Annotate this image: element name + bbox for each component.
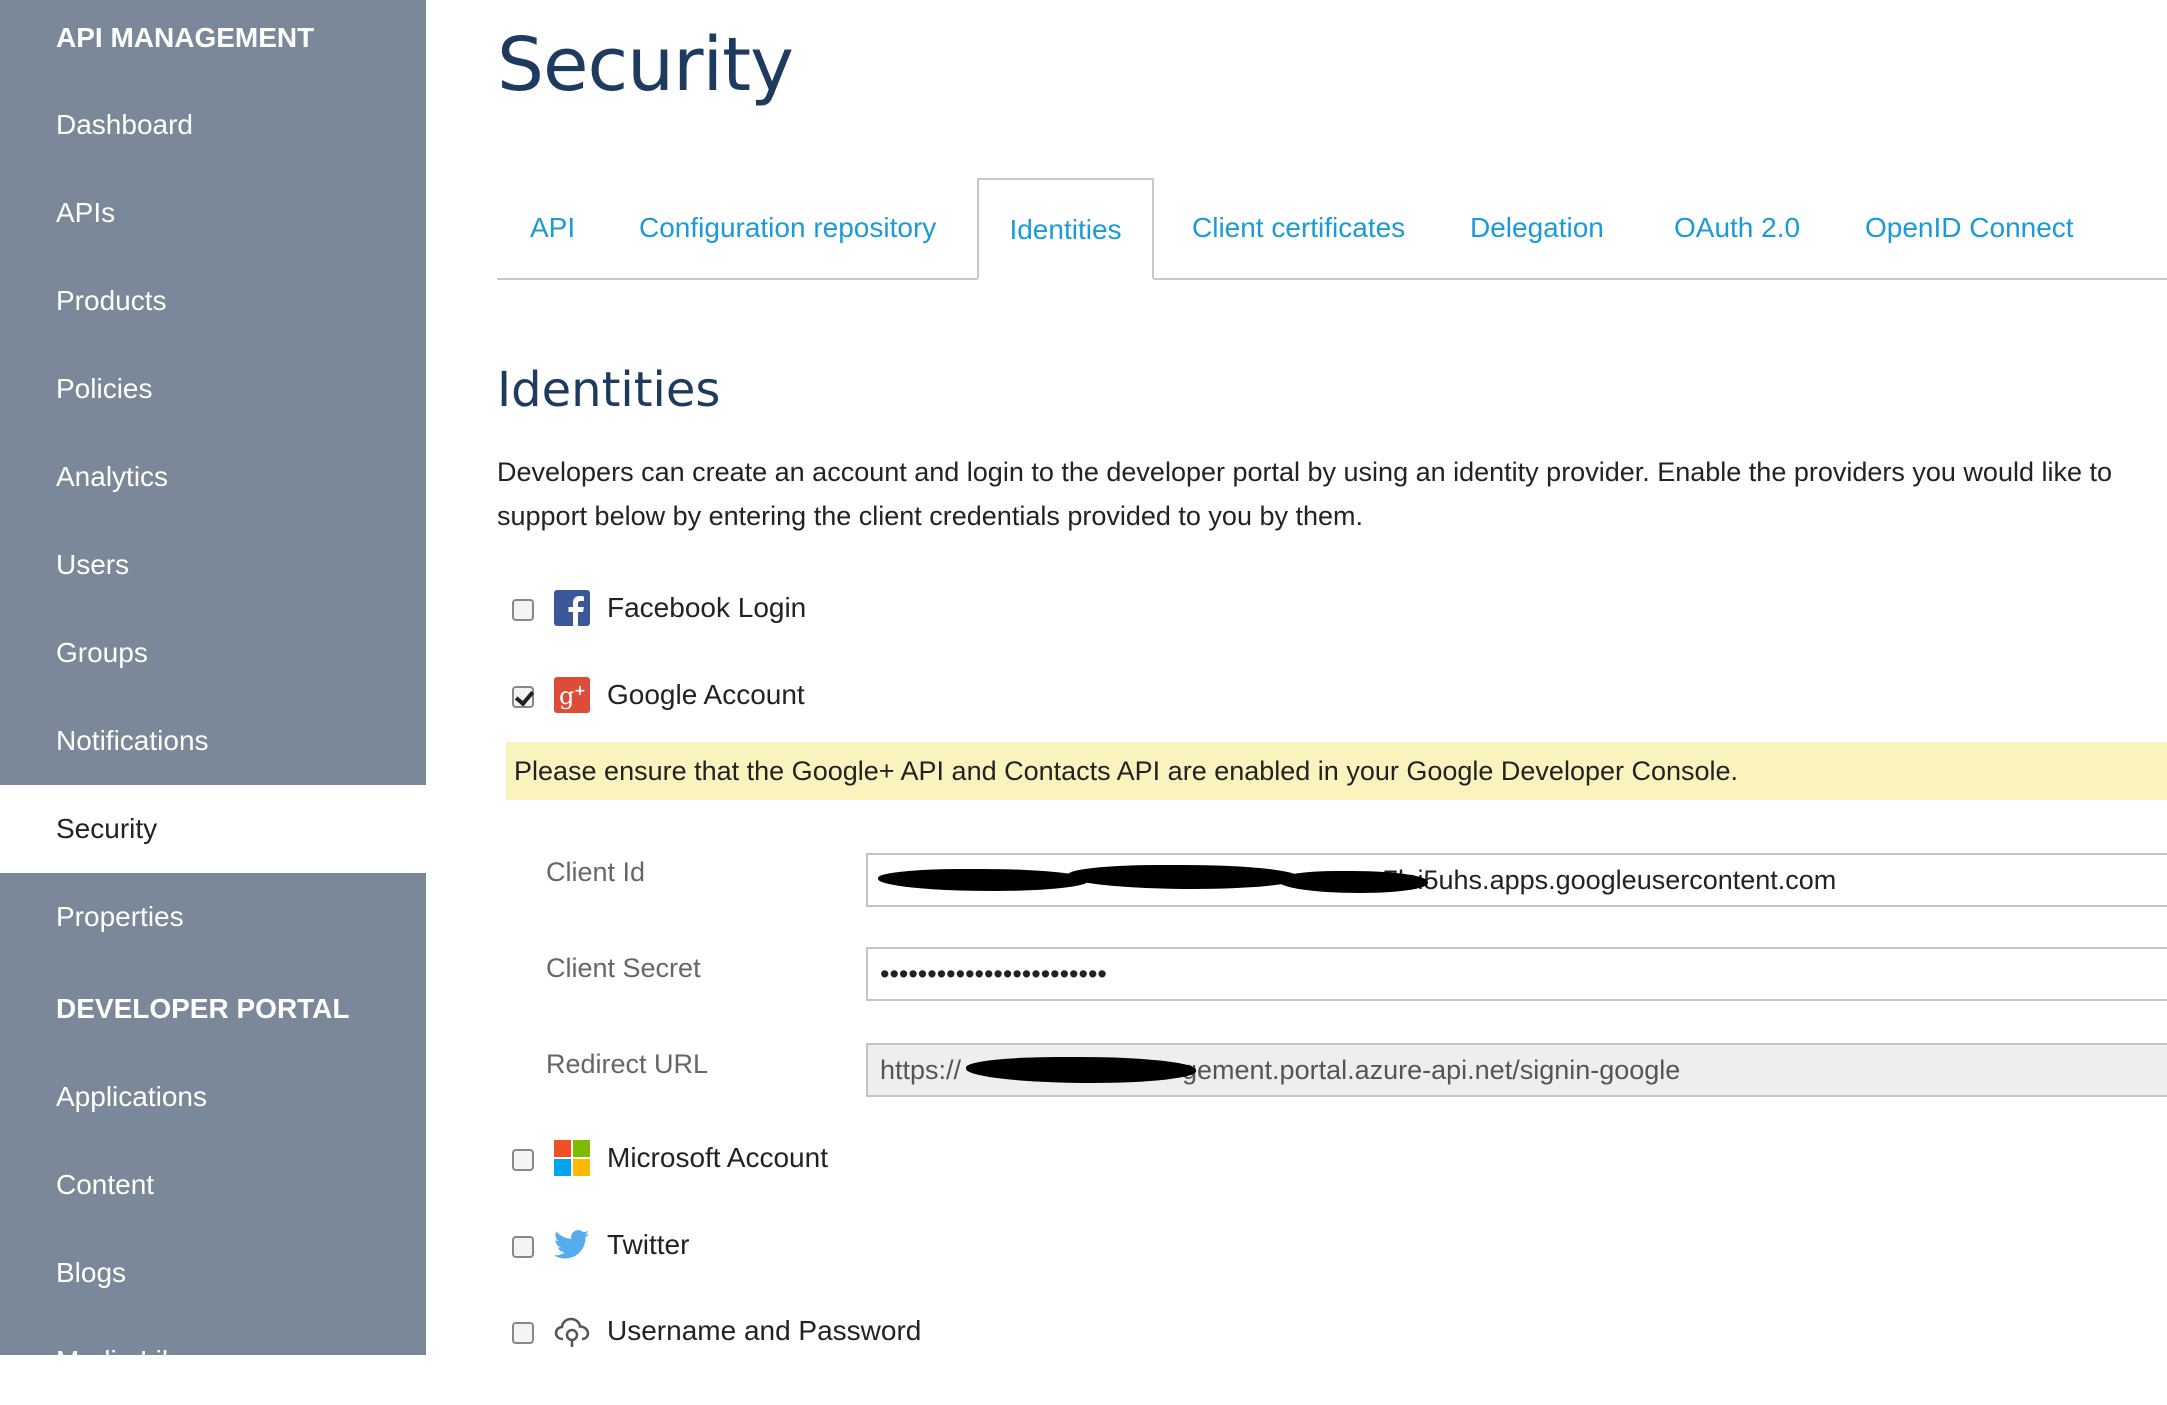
sidebar-item-blogs[interactable]: Blogs: [0, 1229, 426, 1317]
twitter-label: Twitter: [607, 1229, 690, 1260]
redaction-mark: [1278, 871, 1428, 893]
tab-delegation[interactable]: Delegation: [1470, 178, 1604, 278]
client-id-input[interactable]: 7lci5uhs.apps.googleusercontent.com: [866, 853, 2167, 907]
page-title: Security: [497, 22, 794, 108]
tab-openid-connect[interactable]: OpenID Connect: [1865, 178, 2074, 278]
sidebar-section-api-management: API MANAGEMENT: [56, 22, 315, 53]
sidebar-item-groups[interactable]: Groups: [0, 609, 426, 697]
client-secret-input[interactable]: ••••••••••••••••••••••••: [866, 947, 2167, 1001]
twitter-icon: [554, 1230, 589, 1259]
sidebar: API MANAGEMENT Dashboard APIs Products P…: [0, 0, 426, 1376]
google-checkbox[interactable]: [512, 686, 534, 708]
twitter-checkbox[interactable]: [512, 1236, 534, 1258]
microsoft-label: Microsoft Account: [607, 1142, 828, 1173]
google-plus-icon: g +: [554, 677, 590, 713]
redaction-mark: [966, 1057, 1196, 1083]
sidebar-item-properties[interactable]: Properties: [0, 873, 426, 961]
tab-client-certificates[interactable]: Client certificates: [1192, 178, 1405, 278]
sidebar-item-dashboard[interactable]: Dashboard: [0, 81, 426, 169]
username-password-checkbox[interactable]: [512, 1322, 534, 1344]
microsoft-checkbox[interactable]: [512, 1149, 534, 1171]
sidebar-item-notifications[interactable]: Notifications: [0, 697, 426, 785]
username-password-label: Username and Password: [607, 1315, 922, 1346]
client-secret-value: ••••••••••••••••••••••••: [880, 959, 1107, 989]
identities-heading: Identities: [497, 362, 721, 418]
redaction-mark: [878, 869, 1088, 891]
sidebar-item-products[interactable]: Products: [0, 257, 426, 345]
tab-identities[interactable]: Identities: [977, 178, 1154, 280]
client-id-label: Client Id: [546, 857, 646, 887]
sidebar-item-security[interactable]: Security: [0, 785, 426, 873]
sidebar-section-developer-portal: DEVELOPER PORTAL: [56, 993, 350, 1024]
microsoft-icon: [554, 1140, 590, 1176]
tab-api[interactable]: API: [530, 178, 575, 278]
sidebar-item-policies[interactable]: Policies: [0, 345, 426, 433]
client-secret-label: Client Secret: [546, 953, 701, 983]
facebook-icon: [554, 590, 590, 626]
svg-text:g: g: [559, 682, 574, 710]
sidebar-item-apis[interactable]: APIs: [0, 169, 426, 257]
sidebar-item-users[interactable]: Users: [0, 521, 426, 609]
sidebar-item-media-library[interactable]: Media Library: [0, 1317, 426, 1405]
redirect-url-prefix: https://: [880, 1055, 962, 1085]
client-id-value: 7lci5uhs.apps.googleusercontent.com: [1383, 865, 1837, 895]
redirect-url-suffix: gement.portal.azure-api.net/signin-googl…: [1182, 1055, 1681, 1085]
identities-description: Developers can create an account and log…: [497, 457, 2113, 531]
sidebar-item-content[interactable]: Content: [0, 1141, 426, 1229]
sidebar-item-analytics[interactable]: Analytics: [0, 433, 426, 521]
redaction-mark: [1068, 865, 1298, 889]
tab-bar: API Configuration repository Identities …: [497, 178, 2167, 280]
facebook-label: Facebook Login: [607, 592, 807, 623]
svg-text:+: +: [574, 683, 586, 699]
tab-oauth[interactable]: OAuth 2.0: [1674, 178, 1800, 278]
facebook-checkbox[interactable]: [512, 599, 534, 621]
google-notice: Please ensure that the Google+ API and C…: [506, 742, 2167, 800]
sidebar-item-applications[interactable]: Applications: [0, 1053, 426, 1141]
tab-configuration-repository[interactable]: Configuration repository: [639, 178, 936, 278]
redirect-url-input[interactable]: https:// gement.portal.azure-api.net/sig…: [866, 1043, 2167, 1097]
username-password-icon: [554, 1317, 590, 1347]
google-label: Google Account: [607, 679, 805, 710]
redirect-url-label: Redirect URL: [546, 1049, 709, 1079]
